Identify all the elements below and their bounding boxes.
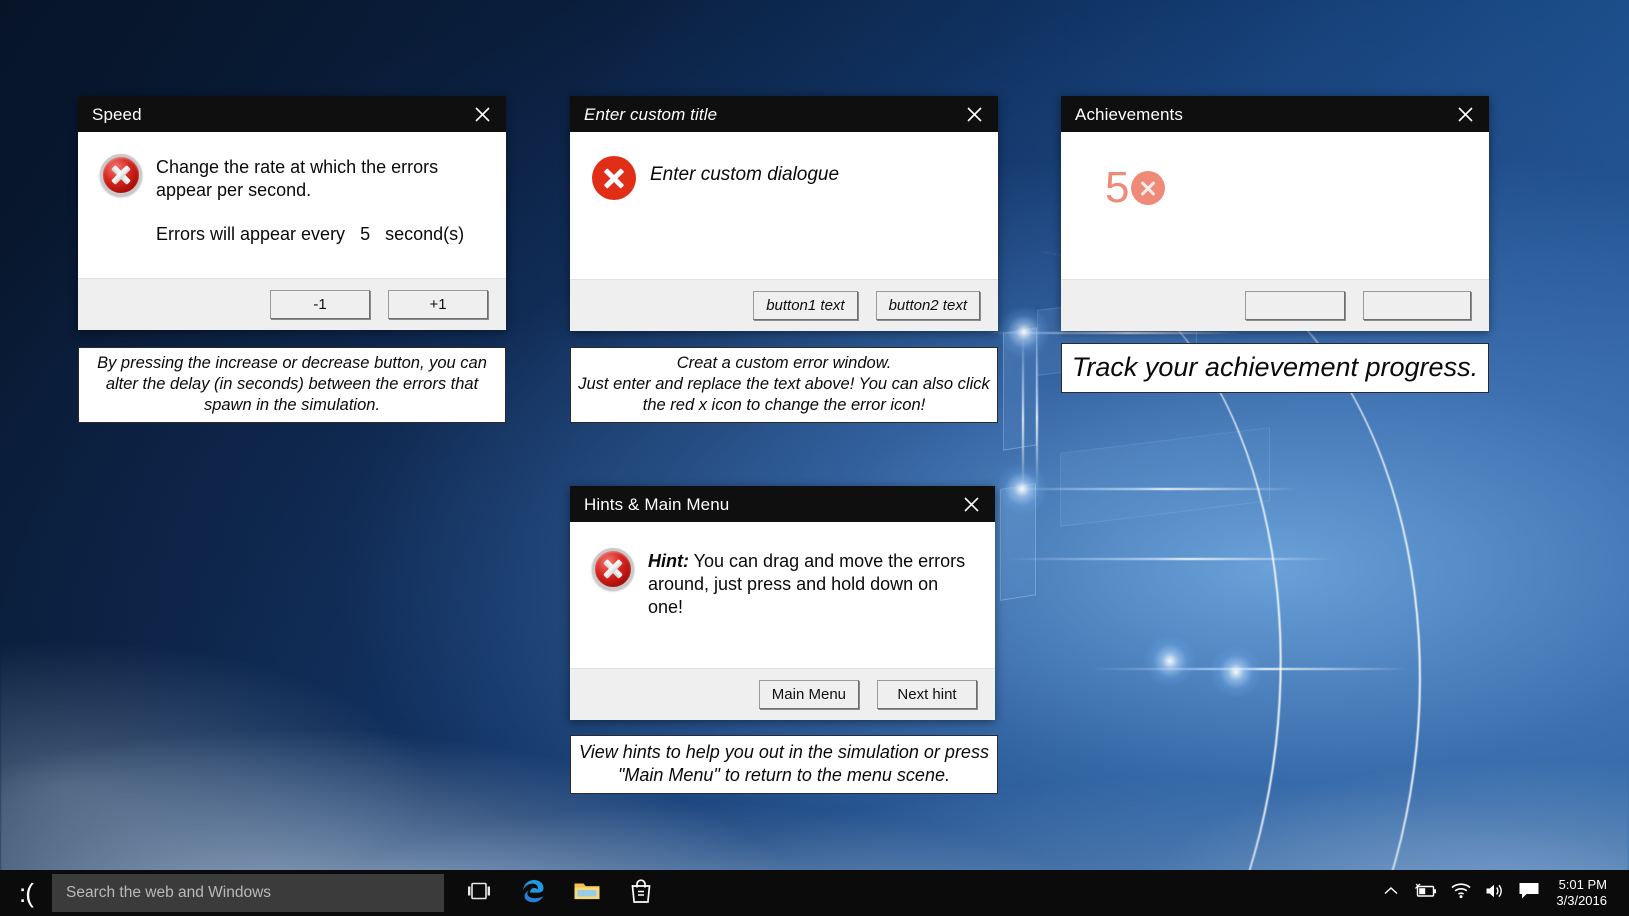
hint-body-text: You can drag and move the errors around,… [648, 551, 965, 617]
start-button[interactable]: :( [0, 870, 52, 916]
speed-dialog[interactable]: Speed Change the rate at which the error… [78, 96, 506, 330]
action-center-button[interactable] [1512, 870, 1546, 916]
hint-label: Hint: [648, 551, 689, 571]
hints-dialog-title: Hints & Main Menu [584, 496, 729, 513]
custom-dialog-body: Enter custom dialogue [570, 132, 998, 279]
search-placeholder-text: Search the web and Windows [66, 884, 271, 902]
hints-caption: View hints to help you out in the simula… [570, 735, 998, 794]
battery-charging-icon [1412, 883, 1438, 904]
speed-dialog-titlebar[interactable]: Speed [78, 96, 506, 132]
custom-dialog-titlebar[interactable]: Enter custom title [570, 96, 998, 132]
action-center-icon [1518, 881, 1540, 905]
desktop: Speed Change the rate at which the error… [0, 0, 1629, 916]
achievements-dialog[interactable]: Achievements 5 100 [1061, 96, 1489, 331]
close-icon[interactable] [949, 487, 993, 521]
taskbar-pinned-apps [452, 870, 668, 916]
close-icon[interactable] [460, 97, 504, 131]
speed-dialog-title: Speed [92, 106, 142, 123]
taskbar: :( Search the web and Windows [0, 870, 1629, 916]
error-icon[interactable] [100, 154, 142, 196]
speed-message-row: Change the rate at which the errors appe… [100, 154, 488, 202]
achievements-button-1[interactable] [1245, 291, 1345, 320]
increase-speed-button[interactable]: +1 [388, 290, 488, 319]
achievements-caption: Track your achievement progress. [1061, 343, 1489, 393]
edge-browser-icon [519, 877, 547, 910]
speed-dialog-body: Change the rate at which the errors appe… [78, 132, 506, 278]
achievements-button-2[interactable] [1363, 291, 1471, 320]
show-hidden-icons-button[interactable] [1376, 870, 1406, 916]
task-view-icon [467, 882, 491, 905]
hints-dialog-footer: Main Menu Next hint [570, 668, 995, 720]
clock[interactable]: 5:01 PM 3/3/2016 [1546, 870, 1619, 916]
hints-dialog-titlebar[interactable]: Hints & Main Menu [570, 486, 995, 522]
hints-dialog-body: Hint: You can drag and move the errors a… [570, 522, 995, 668]
custom-message-row: Enter custom dialogue [592, 156, 980, 200]
speed-message-text: Change the rate at which the errors appe… [156, 154, 486, 202]
error-icon [592, 548, 634, 590]
close-icon[interactable] [1443, 97, 1487, 131]
custom-button-2[interactable]: button2 text [876, 291, 980, 320]
volume-button[interactable] [1478, 870, 1512, 916]
main-menu-button[interactable]: Main Menu [759, 680, 859, 709]
decrease-speed-button[interactable]: -1 [270, 290, 370, 319]
clock-date: 3/3/2016 [1556, 893, 1607, 909]
chevron-up-icon [1383, 884, 1399, 902]
hint-message-text: Hint: You can drag and move the errors a… [648, 548, 968, 619]
achievement-stat-1: 5 [1105, 166, 1471, 210]
error-icon-flat[interactable] [592, 156, 636, 200]
wifi-icon [1450, 882, 1472, 904]
store-button[interactable] [614, 870, 668, 916]
achievement-stat-1-value: 5 [1105, 166, 1129, 210]
clock-time: 5:01 PM [1559, 877, 1607, 893]
edge-button[interactable] [506, 870, 560, 916]
store-bag-icon [629, 878, 653, 909]
close-icon[interactable] [952, 97, 996, 131]
task-view-button[interactable] [452, 870, 506, 916]
network-button[interactable] [1444, 870, 1478, 916]
hint-message-row: Hint: You can drag and move the errors a… [592, 548, 979, 619]
speed-caption: By pressing the increase or decrease but… [78, 347, 506, 423]
custom-caption: Creat a custom error window. Just enter … [570, 347, 998, 423]
achievements-dialog-titlebar[interactable]: Achievements [1061, 96, 1489, 132]
speed-rate-line: Errors will appear every 5 second(s) [156, 224, 488, 245]
search-input[interactable]: Search the web and Windows [52, 874, 444, 912]
custom-dialog-footer: button1 text button2 text [570, 279, 998, 331]
system-tray: 5:01 PM 3/3/2016 [1376, 870, 1629, 916]
file-explorer-button[interactable] [560, 870, 614, 916]
error-badge-icon [1131, 171, 1165, 205]
custom-message-text[interactable]: Enter custom dialogue [650, 156, 839, 187]
achievements-dialog-title: Achievements [1075, 106, 1183, 123]
custom-button-1[interactable]: button1 text [753, 291, 857, 320]
custom-dialog[interactable]: Enter custom title Enter custom dialogue… [570, 96, 998, 331]
achievements-dialog-footer [1061, 279, 1489, 331]
hints-dialog[interactable]: Hints & Main Menu Hint: You can drag and… [570, 486, 995, 720]
custom-dialog-title: Enter custom title [584, 106, 717, 123]
speed-dialog-footer: -1 +1 [78, 278, 506, 330]
speaker-icon [1484, 882, 1506, 905]
folder-icon [573, 879, 601, 908]
achievements-dialog-body: 5 100 [1061, 132, 1489, 279]
battery-button[interactable] [1406, 870, 1444, 916]
next-hint-button[interactable]: Next hint [877, 680, 977, 709]
